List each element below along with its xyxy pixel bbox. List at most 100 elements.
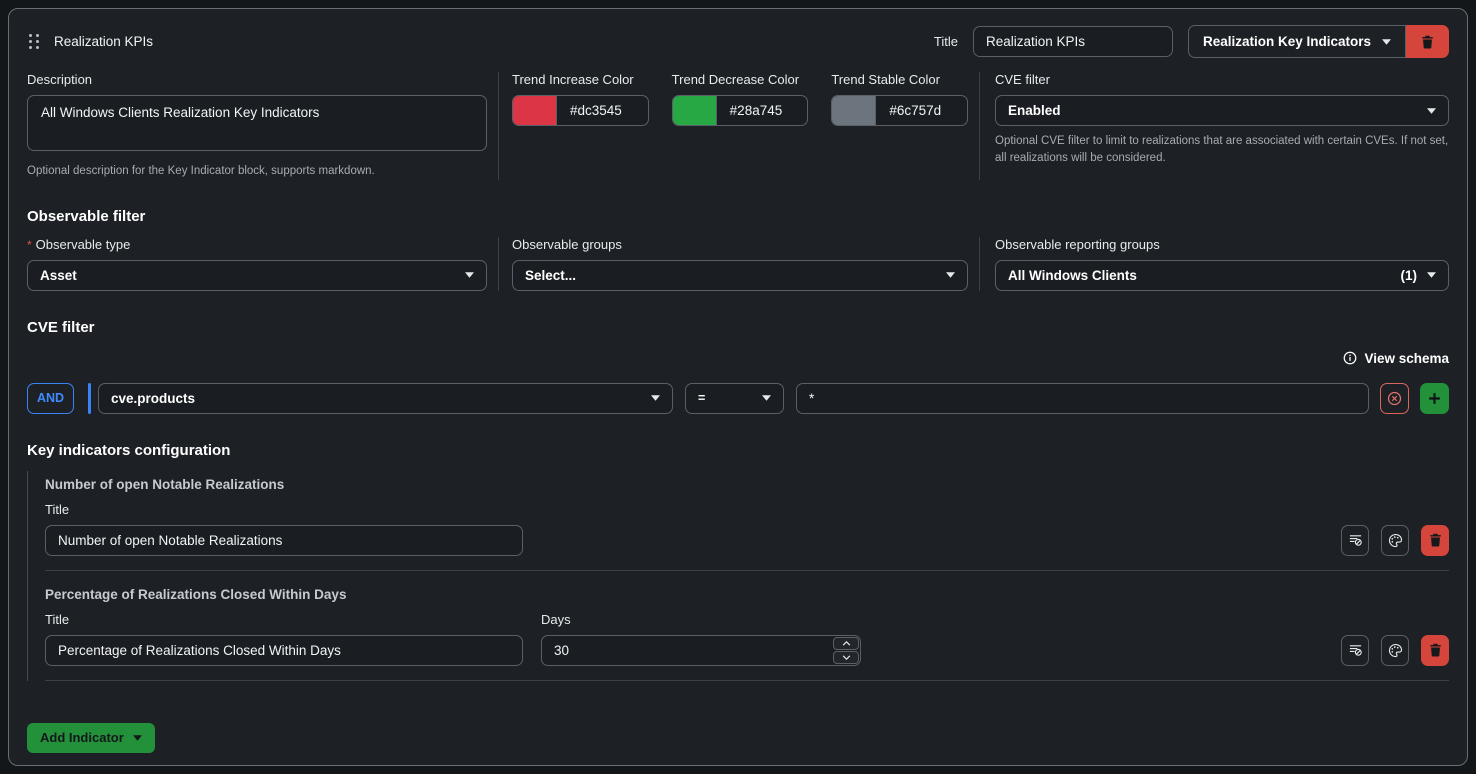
plus-icon [1428, 392, 1441, 405]
trend-stable-color-input[interactable]: #6c757d [831, 95, 968, 126]
observable-groups-label: Observable groups [512, 237, 968, 252]
rule-field-select[interactable]: cve.products [98, 383, 673, 414]
circle-x-icon [1387, 391, 1402, 406]
view-schema-link[interactable]: View schema [1343, 350, 1449, 367]
color-swatch[interactable] [513, 96, 557, 125]
trend-decrease-color-field: Trend Decrease Color #28a745 [672, 72, 809, 126]
rule-indent-bar [88, 383, 91, 414]
trend-decrease-color-input[interactable]: #28a745 [672, 95, 809, 126]
delete-widget-button[interactable] [1406, 25, 1449, 58]
widget-type-label: Realization Key Indicators [1203, 34, 1371, 49]
description-textarea[interactable]: All Windows Clients Realization Key Indi… [27, 95, 487, 151]
delete-indicator-button[interactable] [1421, 525, 1449, 556]
widget-header-right: Title Realization Key Indicators [934, 25, 1449, 58]
indicator-title-input[interactable] [45, 525, 523, 556]
remove-rule-button[interactable] [1380, 383, 1409, 414]
observable-groups-select[interactable]: Select... [512, 260, 968, 291]
trend-decrease-color-label: Trend Decrease Color [672, 72, 809, 87]
days-label: Days [541, 612, 861, 627]
chevron-down-icon [465, 272, 474, 278]
trend-increase-color-input[interactable]: #dc3545 [512, 95, 649, 126]
and-conjunction-button[interactable]: AND [27, 383, 74, 414]
description-label: Description [27, 72, 486, 87]
color-swatch[interactable] [832, 96, 876, 125]
widget-header-left: Realization KPIs [27, 30, 153, 53]
indicator-title-label: Title [45, 502, 1449, 517]
delete-indicator-button[interactable] [1421, 635, 1449, 666]
days-input[interactable] [541, 635, 861, 666]
widget-header: Realization KPIs Title Realization Key I… [27, 25, 1449, 58]
cve-filter-select[interactable]: Enabled [995, 95, 1449, 126]
observable-type-column: *Observable type Asset [27, 237, 498, 291]
chevron-down-icon [133, 735, 142, 741]
observable-type-selected-value: Asset [40, 268, 77, 283]
cve-filter-rule-row: AND cve.products = [27, 383, 1449, 414]
observable-reporting-groups-label: Observable reporting groups [995, 237, 1449, 252]
widget-config-card: Realization KPIs Title Realization Key I… [8, 8, 1468, 766]
observable-filter-heading: Observable filter [27, 208, 1449, 225]
cve-filter-label: CVE filter [995, 72, 1449, 87]
chevron-down-icon [762, 395, 771, 401]
title-input[interactable] [973, 26, 1173, 57]
chevron-up-icon [842, 641, 851, 646]
selected-count-badge: (1) [1401, 268, 1418, 283]
add-rule-button[interactable] [1420, 383, 1449, 414]
trash-icon [1421, 35, 1434, 49]
rule-value-input[interactable] [796, 383, 1369, 414]
indicator-name: Number of open Notable Realizations [45, 471, 1449, 492]
chevron-down-icon [1382, 39, 1391, 45]
number-stepper [833, 637, 859, 664]
rule-operator-select[interactable]: = [685, 383, 784, 414]
clear-filter-button[interactable] [1341, 525, 1369, 556]
color-palette-button[interactable] [1381, 635, 1409, 666]
clear-filter-button[interactable] [1341, 635, 1369, 666]
add-indicator-label: Add Indicator [40, 730, 124, 745]
drag-handle-icon[interactable] [27, 30, 41, 53]
cve-filter-selected-value: Enabled [1008, 103, 1061, 118]
chevron-down-icon [1427, 272, 1436, 278]
palette-icon [1388, 643, 1403, 658]
indicator-row: Title Days [45, 602, 1449, 666]
trend-stable-color-label: Trend Stable Color [831, 72, 968, 87]
observable-filter-row: *Observable type Asset Observable groups… [27, 237, 1449, 291]
description-column: Description All Windows Clients Realizat… [27, 72, 498, 180]
chevron-down-icon [651, 395, 660, 401]
filter-clear-icon [1348, 533, 1363, 547]
observable-type-select[interactable]: Asset [27, 260, 487, 291]
color-value: #6c757d [876, 96, 941, 125]
block-title: Realization KPIs [54, 34, 153, 49]
indicator-days-field: Days [541, 602, 861, 666]
trend-colors-group: Trend Increase Color #dc3545 Trend Decre… [512, 72, 968, 126]
color-swatch[interactable] [673, 96, 717, 125]
indicator-block: Number of open Notable Realizations Titl… [45, 471, 1449, 571]
key-indicators-heading: Key indicators configuration [27, 442, 1449, 459]
rule-operator-selected-value: = [698, 391, 705, 405]
add-indicator-button[interactable]: Add Indicator [27, 723, 155, 753]
chevron-down-icon [842, 655, 851, 660]
observable-reporting-groups-select[interactable]: All Windows Clients (1) [995, 260, 1449, 291]
widget-type-dropdown[interactable]: Realization Key Indicators [1188, 25, 1406, 58]
schema-row: View schema [27, 350, 1449, 367]
general-settings-row: Description All Windows Clients Realizat… [27, 72, 1449, 180]
trend-increase-color-label: Trend Increase Color [512, 72, 649, 87]
chevron-down-icon [946, 272, 955, 278]
cve-filter-builder-heading: CVE filter [27, 319, 1449, 336]
trend-colors-column: Trend Increase Color #dc3545 Trend Decre… [498, 72, 979, 180]
color-value: #28a745 [717, 96, 783, 125]
trend-increase-color-field: Trend Increase Color #dc3545 [512, 72, 649, 126]
indicator-title-label: Title [45, 612, 523, 627]
description-help: Optional description for the Key Indicat… [27, 163, 486, 180]
stepper-up-button[interactable] [833, 637, 859, 650]
color-value: #dc3545 [557, 96, 622, 125]
days-number-input-wrap [541, 635, 861, 666]
info-icon [1343, 351, 1357, 365]
filter-clear-icon [1348, 643, 1363, 657]
indicator-block: Percentage of Realizations Closed Within… [45, 581, 1449, 681]
color-palette-button[interactable] [1381, 525, 1409, 556]
indicator-title-field: Title [45, 602, 523, 666]
stepper-down-button[interactable] [833, 651, 859, 664]
title-label: Title [934, 34, 958, 49]
chevron-down-icon [1427, 108, 1436, 114]
indicator-title-input[interactable] [45, 635, 523, 666]
observable-reporting-groups-selected-value: All Windows Clients [1008, 268, 1137, 283]
